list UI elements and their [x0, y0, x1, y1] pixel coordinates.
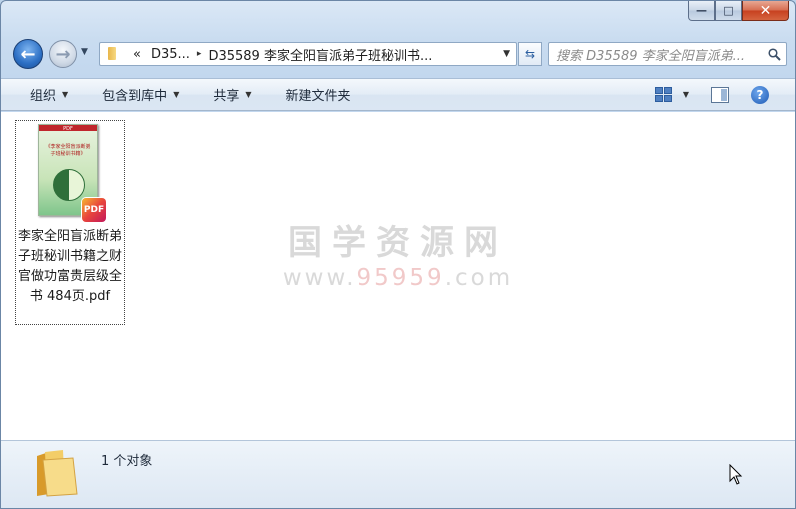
watermark-title: 国学资源网: [288, 223, 508, 263]
toolbar-right-group: ▼ ?: [654, 79, 795, 110]
help-icon[interactable]: ?: [751, 85, 769, 104]
chevron-down-icon: ▼: [173, 90, 180, 99]
watermark-url-suffix: .com: [444, 265, 514, 291]
address-bar[interactable]: « D35... ▸ D35589 李家全阳盲派弟子班秘训书... ▼: [99, 42, 517, 66]
refresh-button[interactable]: ⇆: [518, 42, 542, 66]
preview-pane-icon[interactable]: [711, 86, 729, 103]
include-in-library-menu[interactable]: 包含到库中 ▼: [102, 85, 179, 104]
maximize-button[interactable]: □: [715, 1, 742, 21]
address-dropdown-icon[interactable]: ▼: [503, 49, 510, 59]
search-icon[interactable]: [768, 48, 781, 61]
new-folder-button[interactable]: 新建文件夹: [286, 85, 351, 104]
explorer-window: — □ ✕ ← → ▼ « D35... ▸ D35589 李家全阳盲派弟子班秘…: [0, 0, 796, 509]
address-overflow[interactable]: «: [128, 47, 146, 62]
breadcrumb-segment-2[interactable]: D35589 李家全阳盲派弟子班秘训书...: [203, 45, 437, 64]
breadcrumb-segment-1[interactable]: D35...: [146, 47, 195, 62]
item-count: 1 个对象: [101, 454, 153, 469]
file-name-label: 李家全阳盲派断弟子班秘训书籍之财官做功富贵层级全书 484页.pdf: [18, 229, 123, 304]
organize-label: 组织: [30, 89, 57, 104]
file-item-pdf[interactable]: PDF 《李家全阳盲派断弟子班秘训书籍》 PDF 李家全阳盲派断弟子班秘训书籍之…: [15, 120, 125, 325]
share-menu[interactable]: 共享 ▼: [213, 85, 251, 104]
new-folder-label: 新建文件夹: [285, 89, 351, 104]
share-label: 共享: [213, 89, 240, 104]
thumbnail-title-text: 《李家全阳盲派断弟子班秘训书籍》: [45, 144, 91, 157]
search-placeholder: 搜索 D35589 李家全阳盲派弟...: [556, 48, 746, 64]
file-list-view[interactable]: PDF 《李家全阳盲派断弟子班秘训书籍》 PDF 李家全阳盲派断弟子班秘训书籍之…: [1, 112, 795, 440]
recent-pages-dropdown[interactable]: ▼: [81, 47, 88, 57]
chevron-down-icon: ▼: [245, 90, 252, 99]
watermark-url-number: 95959: [356, 265, 445, 291]
command-bar: 组织 ▼ 包含到库中 ▼ 共享 ▼ 新建文件夹 ▼ ?: [1, 78, 795, 111]
navigation-bar: ← → ▼ « D35... ▸ D35589 李家全阳盲派弟子班秘训书... …: [11, 37, 787, 71]
organize-menu[interactable]: 组织 ▼: [30, 85, 68, 104]
mouse-cursor-icon: [729, 464, 743, 485]
yin-yang-icon: [53, 169, 85, 201]
forward-button[interactable]: →: [49, 40, 77, 68]
watermark: 国学资源网 www.95959.com: [273, 223, 523, 293]
watermark-url: www.95959.com: [273, 263, 523, 293]
minimize-button[interactable]: —: [688, 1, 715, 21]
thumbnail-title: PDF 《李家全阳盲派断弟子班秘训书籍》: [44, 126, 92, 158]
thumbnail-tag: PDF: [63, 126, 73, 132]
close-button[interactable]: ✕: [742, 1, 789, 21]
window-caption-buttons: — □ ✕: [688, 1, 789, 23]
back-button[interactable]: ←: [13, 39, 43, 69]
include-library-label: 包含到库中: [102, 89, 168, 104]
view-options-dropdown[interactable]: ▼: [683, 90, 689, 99]
details-pane: 1 个对象: [1, 440, 795, 508]
folder-icon: [106, 47, 122, 61]
change-view-icon[interactable]: [654, 86, 673, 103]
breadcrumb-separator-icon[interactable]: ▸: [195, 49, 204, 59]
folder-icon: [37, 450, 78, 497]
search-input[interactable]: 搜索 D35589 李家全阳盲派弟...: [548, 42, 787, 66]
watermark-url-prefix: www.: [282, 265, 357, 291]
pdf-file-icon: PDF: [82, 198, 106, 222]
chevron-down-icon: ▼: [62, 90, 69, 99]
